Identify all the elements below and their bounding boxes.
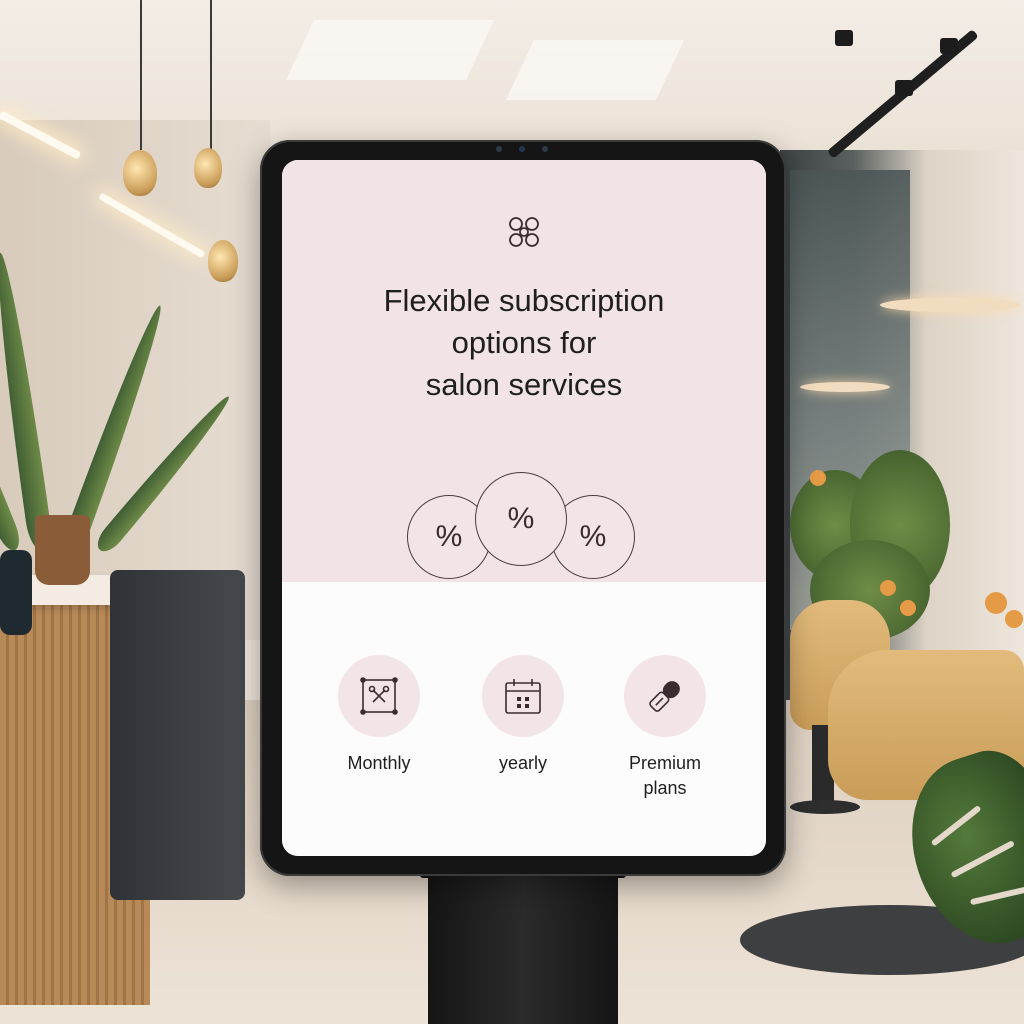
option-label: Premium plans — [610, 751, 720, 801]
pendant-cord — [140, 0, 142, 150]
flower — [985, 592, 1007, 614]
option-label: Monthly — [347, 753, 411, 773]
option-label-line: plans — [643, 778, 687, 798]
discount-badges: % % % — [282, 460, 766, 590]
scissors-frame-icon — [360, 677, 398, 715]
ceiling-beam — [506, 40, 684, 100]
front-camera — [490, 144, 554, 154]
kiosk-stand — [428, 868, 618, 1024]
flower-knot-icon — [504, 212, 544, 252]
ceiling-beam — [286, 20, 494, 80]
headline: Flexible subscription options for salon … — [324, 280, 724, 406]
nail-polish-icon — [649, 681, 680, 712]
calendar-icon — [505, 679, 541, 714]
option-icon-circle — [338, 655, 420, 737]
chair-foot — [790, 800, 860, 814]
option-monthly[interactable]: Monthly — [324, 655, 434, 776]
ring-lamp — [880, 298, 1020, 312]
plant-pot — [35, 515, 90, 585]
subscription-options: Monthly yearly Premium plans — [282, 582, 766, 856]
ring-lamp — [800, 382, 890, 392]
percent-badge: % — [475, 472, 567, 566]
percent-icon: % — [579, 520, 607, 553]
pendant-lamp — [208, 240, 238, 282]
flower — [1005, 610, 1023, 628]
track-spotlight — [895, 80, 913, 96]
vase — [0, 550, 32, 635]
option-label: yearly — [498, 753, 547, 773]
kiosk-screen: Flexible subscription options for salon … — [282, 160, 766, 856]
percent-icon: % — [435, 520, 463, 553]
option-label-line: Premium — [628, 753, 701, 773]
headline-line: options for — [451, 325, 597, 360]
option-icon-circle — [482, 655, 564, 737]
option-yearly[interactable]: yearly — [468, 655, 578, 776]
track-spotlight — [940, 38, 958, 54]
option-icon-circle — [624, 655, 706, 737]
option-premium-plans[interactable]: Premium plans — [610, 655, 720, 801]
pendant-cord — [210, 0, 212, 150]
reception-desk — [110, 570, 245, 900]
headline-line: Flexible subscription — [383, 283, 665, 318]
percent-icon: % — [507, 502, 535, 535]
headline-line: salon services — [425, 367, 623, 402]
pendant-lamp — [194, 148, 222, 188]
hero-section: Flexible subscription options for salon … — [282, 160, 766, 582]
pendant-lamp — [123, 150, 157, 196]
track-spotlight — [835, 30, 853, 46]
